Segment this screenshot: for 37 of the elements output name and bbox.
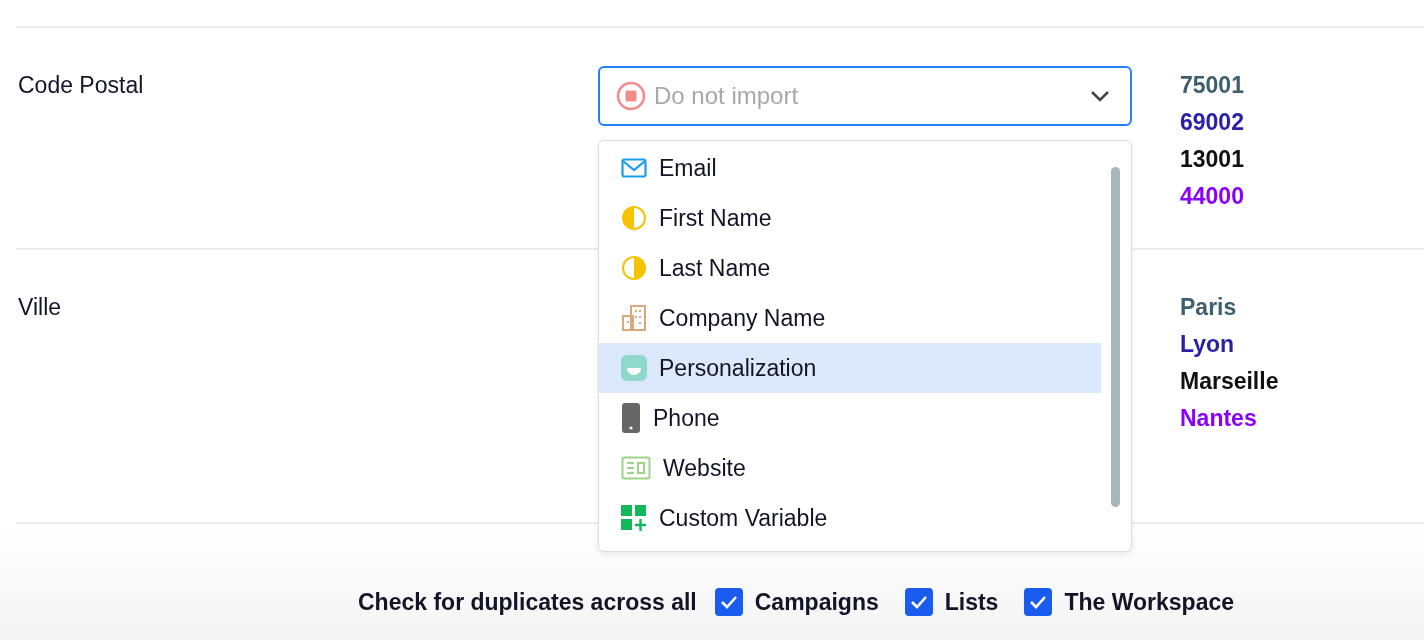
grid-plus-icon <box>621 505 647 531</box>
half-circle-icon <box>621 255 647 281</box>
smiley-icon <box>621 355 647 381</box>
dropdown-option[interactable]: Phone <box>599 393 1101 443</box>
building-icon <box>621 304 647 332</box>
select-placeholder: Do not import <box>654 82 800 110</box>
sample-value: 69002 <box>1180 109 1244 136</box>
dropdown-option[interactable]: Last Name <box>599 243 1101 293</box>
sample-value: 75001 <box>1180 72 1244 99</box>
field-label: Ville <box>17 293 63 322</box>
dropdown-option[interactable]: Company Name <box>599 293 1101 343</box>
dropdown-option[interactable]: Email <box>599 143 1101 193</box>
sample-value: Lyon <box>1180 331 1236 358</box>
field-label: Code Postal <box>17 71 145 100</box>
checkbox-label: Campaigns <box>754 589 879 616</box>
checkbox-label: Lists <box>944 589 999 616</box>
dropdown-option[interactable]: Personalization <box>599 343 1101 393</box>
sample-value: 13001 <box>1180 146 1244 173</box>
sample-value: Marseille <box>1180 368 1279 395</box>
duplicates-label: Check for duplicates across all <box>358 589 697 616</box>
stop-icon <box>616 81 646 111</box>
checkbox[interactable] <box>1024 588 1053 616</box>
dropdown-option[interactable]: Custom Variable <box>599 493 1101 543</box>
phone-icon <box>621 403 641 433</box>
envelope-icon <box>621 158 647 178</box>
checkbox-label: The Workspace <box>1064 589 1234 616</box>
sample-value: Paris <box>1180 294 1238 321</box>
checkbox[interactable] <box>904 588 933 616</box>
half-circle-icon <box>621 205 647 231</box>
sample-value: 44000 <box>1180 183 1244 210</box>
scrollbar-thumb[interactable] <box>1111 167 1120 507</box>
dropdown-option[interactable]: Website <box>599 443 1101 493</box>
dropdown-option[interactable]: First Name <box>599 193 1101 243</box>
checkbox[interactable] <box>714 588 743 616</box>
sample-value: Nantes <box>1180 405 1258 432</box>
chevron-down-icon <box>1090 90 1110 102</box>
browser-icon <box>621 456 651 480</box>
